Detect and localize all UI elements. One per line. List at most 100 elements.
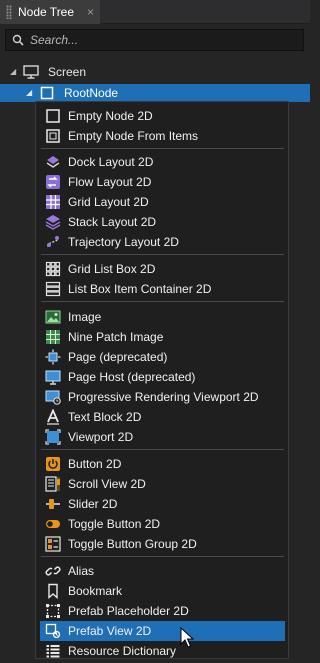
progressive-viewport-icon [45,389,61,405]
stack-layout-icon [45,214,61,230]
menu-item-label: Grid Layout 2D [68,195,149,209]
toggle-group-icon [45,536,61,552]
menu-item-trajectory-layout-2d[interactable]: Trajectory Layout 2D [40,232,285,252]
menu-item-flow-layout-2d[interactable]: Flow Layout 2D [40,172,285,192]
nine-patch-icon [45,329,61,345]
menu-item-dock-layout-2d[interactable]: Dock Layout 2D [40,152,285,172]
menu-item-label: Bookmark [68,584,123,598]
toggle-button-icon [45,516,61,532]
menu-item-label: List Box Item Container 2D [68,282,212,296]
button-icon [45,456,61,472]
viewport-icon [45,429,61,445]
tab-title: Node Tree [18,5,75,19]
menu-item-page-deprecated[interactable]: Page (deprecated) [40,347,285,367]
search-icon [12,34,24,46]
menu-item-label: Image [68,310,102,324]
menu-item-label: Toggle Button Group 2D [68,537,197,551]
alias-icon [45,563,61,579]
menu-item-stack-layout-2d[interactable]: Stack Layout 2D [40,212,285,232]
menu-item-label: Page Host (deprecated) [68,370,196,384]
resource-dictionary-icon [45,643,61,659]
menu-item-label: Empty Node From Items [68,129,199,143]
menu-separator [41,254,284,255]
flow-layout-icon [45,174,61,190]
menu-item-toggle-button-2d[interactable]: Toggle Button 2D [40,514,285,534]
empty-node-icon [45,108,61,124]
bookmark-icon [45,583,61,599]
menu-item-grid-layout-2d[interactable]: Grid Layout 2D [40,192,285,212]
menu-separator [41,556,284,557]
menu-item-label: Progressive Rendering Viewport 2D [68,390,259,404]
menu-separator [41,449,284,450]
menu-item-progressive-rendering-viewport-2d[interactable]: Progressive Rendering Viewport 2D [40,387,285,407]
menu-item-resource-dictionary[interactable]: Resource Dictionary [40,641,285,661]
menu-item-label: Empty Node 2D [68,109,153,123]
prefab-placeholder-icon [45,603,61,619]
menu-item-label: Resource Dictionary [68,644,177,658]
menu-item-prefab-view-2d[interactable]: Prefab View 2D [40,621,285,641]
menu-item-list-box-item-container-2d[interactable]: List Box Item Container 2D [40,279,285,299]
text-block-icon [45,409,61,425]
menu-item-label: Stack Layout 2D [68,215,157,229]
tree-item-label: RootNode [64,86,119,100]
menu-item-label: Alias [68,564,95,578]
menu-item-toggle-button-group-2d[interactable]: Toggle Button Group 2D [40,534,285,554]
monitor-icon [23,65,39,79]
dock-layout-icon [45,154,61,170]
add-node-menu: Empty Node 2D Empty Node From Items Dock… [35,101,289,659]
menu-item-empty-node-2d[interactable]: Empty Node 2D [40,106,285,126]
menu-item-label: Toggle Button 2D [68,517,161,531]
menu-item-label: Button 2D [68,457,122,471]
menu-item-label: Viewport 2D [68,430,134,444]
menu-item-label: Nine Patch Image [68,330,164,344]
menu-item-grid-list-box-2d[interactable]: Grid List Box 2D [40,259,285,279]
list-box-item-icon [45,281,61,297]
menu-item-viewport-2d[interactable]: Viewport 2D [40,427,285,447]
menu-item-scroll-view-2d[interactable]: Scroll View 2D [40,474,285,494]
menu-item-empty-node-from-items[interactable]: Empty Node From Items [40,126,285,146]
search-box[interactable] [5,29,304,51]
menu-separator [41,301,284,302]
menu-separator [41,148,284,149]
tab-node-tree[interactable]: Node Tree × [0,0,100,24]
empty-node-icon [40,86,54,100]
prefab-view-icon [45,623,61,639]
search-input[interactable] [30,33,290,47]
menu-item-label: Prefab Placeholder 2D [68,604,189,618]
menu-item-label: Flow Layout 2D [68,175,152,189]
menu-item-alias[interactable]: Alias [40,561,285,581]
slider-icon [45,496,61,512]
empty-node-items-icon [45,128,61,144]
page-icon [45,349,61,365]
expand-arrow-icon[interactable]: ◢ [26,89,34,97]
scroll-view-icon [45,476,61,492]
menu-item-label: Prefab View 2D [68,624,152,638]
menu-item-image[interactable]: Image [40,307,285,327]
menu-item-label: Grid List Box 2D [68,262,156,276]
mouse-pointer-icon [180,627,195,648]
trajectory-layout-icon [45,234,61,250]
menu-item-slider-2d[interactable]: Slider 2D [40,494,285,514]
menu-item-prefab-placeholder-2d[interactable]: Prefab Placeholder 2D [40,601,285,621]
tree-item-label: Screen [48,65,87,79]
close-icon[interactable]: × [87,4,94,20]
menu-item-label: Slider 2D [68,497,118,511]
drag-grip-icon[interactable] [6,5,12,19]
page-host-icon [45,369,61,385]
menu-item-page-host-deprecated[interactable]: Page Host (deprecated) [40,367,285,387]
menu-item-label: Dock Layout 2D [68,155,154,169]
menu-item-nine-patch-image[interactable]: Nine Patch Image [40,327,285,347]
image-icon [45,309,61,325]
tab-bar: Node Tree × [0,0,310,24]
expand-arrow-icon[interactable]: ◢ [10,68,18,76]
menu-item-label: Trajectory Layout 2D [68,235,179,249]
menu-item-button-2d[interactable]: Button 2D [40,454,285,474]
menu-item-label: Scroll View 2D [68,477,146,491]
tree-item-rootnode[interactable]: ◢ RootNode [0,84,310,102]
menu-item-label: Page (deprecated) [68,350,168,364]
grid-layout-icon [45,194,61,210]
tree-item-screen[interactable]: ◢ Screen [0,63,310,81]
menu-item-text-block-2d[interactable]: Text Block 2D [40,407,285,427]
menu-item-bookmark[interactable]: Bookmark [40,581,285,601]
grid-list-box-icon [45,261,61,277]
